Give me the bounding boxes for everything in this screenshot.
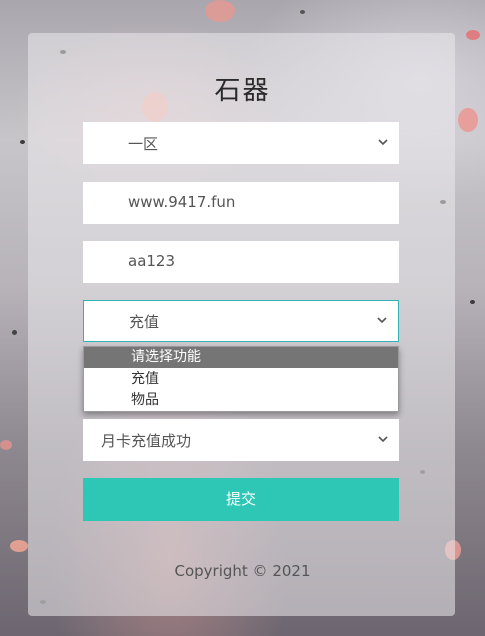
page-title: 石器 xyxy=(214,76,271,106)
petal xyxy=(470,300,475,304)
password-input[interactable]: aa123 xyxy=(83,241,399,283)
function-select[interactable]: 充值 xyxy=(83,300,399,342)
item-select[interactable]: 月卡充值成功 xyxy=(83,419,399,461)
petal xyxy=(458,108,478,132)
chevron-down-icon xyxy=(378,436,388,443)
item-select-value: 月卡充值成功 xyxy=(101,432,192,450)
dropdown-option-items[interactable]: 物品 xyxy=(84,390,398,411)
petal xyxy=(300,10,305,14)
petal xyxy=(10,540,28,552)
dropdown-option-recharge[interactable]: 充值 xyxy=(84,369,398,390)
password-input-value: aa123 xyxy=(128,252,176,270)
copyright-text: Copyright © 2021 xyxy=(174,562,311,580)
function-select-value: 充值 xyxy=(129,313,160,331)
chevron-down-icon xyxy=(377,317,387,324)
submit-button[interactable]: 提交 xyxy=(83,478,399,521)
petal xyxy=(12,330,17,335)
dropdown-option-placeholder[interactable]: 请选择功能 xyxy=(84,347,398,368)
function-dropdown-list: 请选择功能 充值 物品 xyxy=(83,346,399,412)
petal xyxy=(466,30,480,40)
account-input[interactable]: www.9417.fun xyxy=(83,182,399,224)
petal xyxy=(20,140,25,144)
server-select-value: 一区 xyxy=(128,135,159,153)
petal xyxy=(205,0,235,22)
chevron-down-icon xyxy=(378,139,388,146)
server-select[interactable]: 一区 xyxy=(83,122,399,164)
account-input-value: www.9417.fun xyxy=(128,193,236,211)
petal xyxy=(0,440,12,450)
